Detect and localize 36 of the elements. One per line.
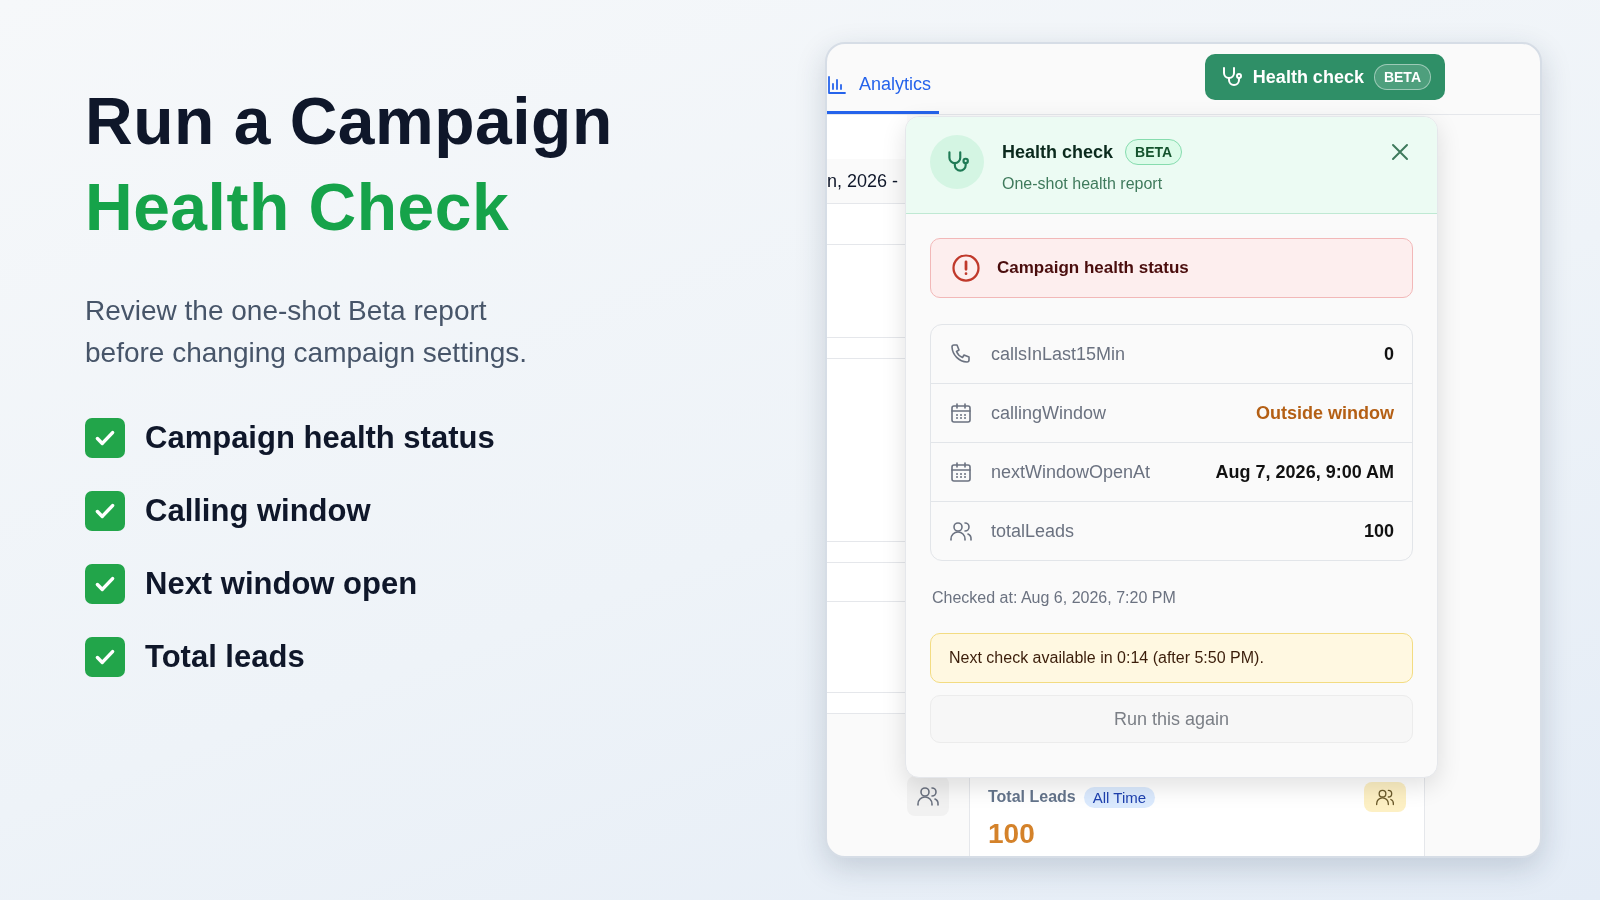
users-icon [949, 519, 973, 543]
feature-label: Total leads [145, 639, 305, 675]
cooldown-notice: Next check available in 0:14 (after 5:50 PM). [930, 633, 1413, 683]
feature-label: Campaign health status [145, 420, 495, 456]
calendar-icon [949, 460, 973, 484]
alert-icon [951, 253, 981, 283]
time-badge: All Time [1083, 786, 1156, 808]
feature-label: Calling window [145, 493, 371, 529]
date-range: n, 2026 - [827, 159, 907, 204]
metric-label: totalLeads [991, 520, 1076, 542]
metric-value: Outside window [1256, 402, 1394, 424]
stethoscope-icon [930, 135, 984, 189]
beta-badge: BETA [1373, 64, 1431, 90]
card-title: Total Leads [988, 788, 1076, 806]
stat-value: 100 [988, 818, 1036, 850]
metric-label: callsInLast15Min [991, 343, 1127, 365]
popup-subtitle: One-shot health report [1002, 175, 1164, 193]
calendar-icon [949, 401, 973, 425]
headline: Run a Campaign [85, 83, 614, 160]
health-check-button[interactable]: Health check BETA [1204, 54, 1445, 100]
users-icon [1375, 787, 1395, 807]
popup-title: Health check [1002, 141, 1114, 163]
beta-badge: BETA [1125, 139, 1183, 165]
headline: Health Check [85, 169, 511, 246]
users-icon [916, 784, 940, 808]
checked-at-text: Checked at: Aug 6, 2026, 7:20 PM [932, 589, 1177, 607]
bar-chart-icon [827, 74, 847, 95]
metric-value: 0 [1384, 343, 1394, 365]
metric-label: callingWindow [991, 402, 1108, 424]
metric-label: nextWindowOpenAt [991, 461, 1152, 483]
phone-icon [949, 342, 973, 366]
metric-value: Aug 7, 2026, 9:00 AM [1215, 461, 1394, 483]
subtitle: Review the one-shot Beta report before changing campaign settings. [85, 294, 529, 370]
feature-label: Next window open [145, 566, 418, 602]
metric-value: 100 [1363, 520, 1394, 542]
status-label: Campaign health status [997, 258, 1189, 278]
